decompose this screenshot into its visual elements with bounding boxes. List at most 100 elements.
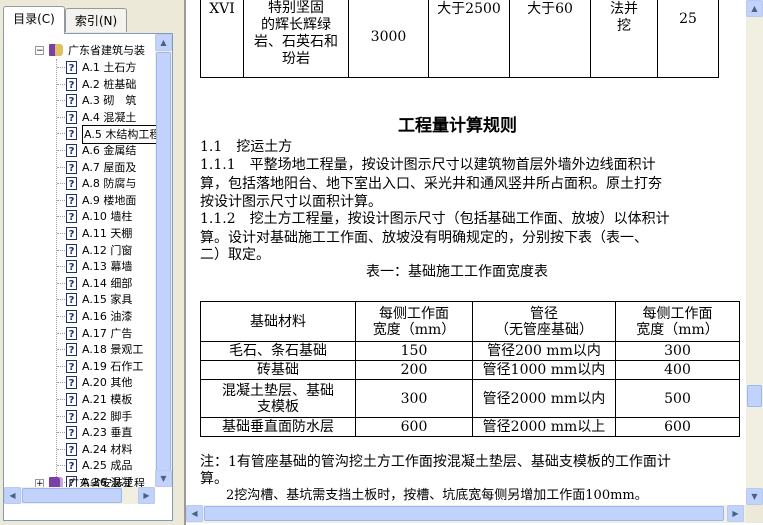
help-page-icon: ? — [66, 360, 77, 373]
tree-item-name: 楼地面 — [103, 194, 137, 207]
help-page-icon: ? — [66, 426, 77, 439]
method-line: 法并 — [610, 1, 638, 17]
scroll-right-arrow-icon[interactable]: ▶ — [138, 487, 155, 504]
help-page-icon: ? — [66, 61, 77, 74]
tree-guide-line — [57, 133, 65, 134]
rock-line: 的辉长辉绿 — [261, 17, 331, 33]
tree-vertical-scrollbar[interactable]: ▲ ▼ — [155, 34, 172, 487]
tree-item[interactable]: A.23 垂直 — [82, 424, 132, 441]
tree-item-name: 墙柱 — [110, 210, 133, 223]
help-page-icon: ? — [66, 459, 77, 472]
tree-item-name: 油漆 — [110, 310, 133, 323]
tab-index[interactable]: 索引(N) — [65, 8, 127, 32]
table-header-row: 基础材料 每侧工作面 宽度（mm） 管径 （无管座基础） 每侧工作面 宽度（mm） — [200, 301, 740, 342]
scroll-right-arrow-icon[interactable]: ▶ — [727, 505, 744, 522]
tree-horizontal-scrollbar[interactable]: ◀ ▶ — [4, 487, 155, 504]
work-surface-width-table: 基础材料 每侧工作面 宽度（mm） 管径 （无管座基础） 每侧工作面 宽度（mm） 毛… — [200, 301, 740, 437]
rock-line: 玢岩 — [282, 51, 310, 67]
table-cell: 600 — [355, 417, 473, 437]
content-hscroll-thumb[interactable] — [204, 506, 724, 521]
tree-item[interactable]: A.24 材料 — [82, 441, 132, 458]
tree-item-code: A.15 — [82, 293, 107, 306]
tree-item-code: A.6 — [82, 144, 100, 157]
scroll-up-arrow-icon[interactable]: ▲ — [155, 34, 172, 51]
tree-item[interactable]: A.20 其他 — [82, 374, 132, 391]
tree-guide-line — [57, 349, 65, 350]
tree-item[interactable]: A.3 砌 筑 — [82, 92, 136, 109]
scroll-left-arrow-icon[interactable]: ◀ — [186, 505, 203, 522]
tree-item-code: A.16 — [82, 310, 107, 323]
tree-item-code: A.10 — [82, 210, 107, 223]
table-cell: 300 — [355, 379, 473, 418]
tree-item[interactable]: A.21 模板 — [82, 391, 132, 408]
table-cell: 400 — [615, 360, 740, 380]
tree-hscroll-thumb[interactable] — [22, 488, 122, 503]
tree-item[interactable]: A.1 土石方 — [82, 59, 136, 76]
tree-item[interactable]: A.11 天棚 — [82, 225, 132, 242]
tree-item[interactable]: A.6 金属结 — [82, 142, 136, 159]
scroll-left-arrow-icon[interactable]: ◀ — [4, 487, 21, 504]
tree-item[interactable]: A.14 细部 — [82, 275, 132, 292]
help-page-icon: ? — [66, 393, 77, 406]
tree-item-code: A.25 — [82, 459, 107, 472]
scroll-up-arrow-icon[interactable]: ▲ — [746, 0, 763, 17]
paragraph-line: 1.1.2 挖土方工程量，按设计图示尺寸（包括基础工作面、放坡）以体积计 — [200, 211, 670, 227]
tree-item-name: 家具 — [110, 293, 133, 306]
tree-item[interactable]: A.25 成品 — [82, 457, 132, 474]
tree-item[interactable]: A.17 广告 — [82, 325, 132, 342]
content-horizontal-scrollbar[interactable]: ◀ ▶ — [186, 505, 746, 523]
tree-item-name: 混凝土 — [103, 111, 137, 124]
tree-guide-line — [57, 465, 65, 466]
tree-item[interactable]: A.22 脚手 — [82, 408, 132, 425]
tree-item[interactable]: A.19 石作工 — [82, 358, 143, 375]
tree-item[interactable]: A.13 幕墙 — [82, 258, 132, 275]
tree-guide-line — [57, 266, 65, 267]
help-page-icon: ? — [66, 443, 77, 456]
col-header: 基础材料 — [200, 301, 356, 342]
tree-vscroll-thumb[interactable] — [156, 52, 171, 472]
tree-item[interactable]: A.10 墙柱 — [82, 208, 132, 225]
scroll-down-arrow-icon[interactable]: ▼ — [746, 488, 763, 505]
tree-item-code: A.12 — [82, 244, 107, 257]
tree-item-code: A.5 — [84, 128, 102, 141]
collapse-toggle-icon[interactable]: − — [35, 46, 44, 56]
help-page-icon: ? — [66, 310, 77, 323]
tree-item-name: 木结构工程 — [105, 128, 156, 141]
help-page-icon: ? — [66, 177, 77, 190]
paragraph-line: 二）取定。 — [200, 247, 270, 263]
tree-item-code: A.14 — [82, 277, 107, 290]
help-page-icon: ? — [66, 327, 77, 340]
tree-item[interactable]: A.12 门窗 — [82, 242, 132, 259]
table-row: 混凝土垫层、基础 支模板 300 管径2000 mm以内 500 — [200, 379, 740, 418]
tree-item-code: A.22 — [82, 410, 107, 423]
tree-item[interactable]: A.7 屋面及 — [82, 159, 136, 176]
help-page-icon: ? — [66, 94, 77, 107]
tree-item[interactable]: A.5 木结构工程 — [82, 125, 156, 144]
top-table-cell-method: 法并 挖 — [590, 0, 658, 78]
tree-item[interactable]: A.9 楼地面 — [82, 192, 136, 209]
tree-item-name: 门窗 — [110, 244, 133, 257]
tree-guide-line — [57, 283, 65, 284]
scroll-down-arrow-icon[interactable]: ▼ — [155, 470, 172, 487]
help-page-icon: ? — [66, 260, 77, 273]
tree-item[interactable]: A.18 景观工 — [82, 341, 143, 358]
top-table-cell-strength: 大于2500 — [428, 0, 510, 78]
tree-item-name: 垂直 — [110, 426, 133, 439]
tree-item-code: A.18 — [82, 343, 107, 356]
content-vscroll-thumb[interactable] — [747, 385, 762, 407]
note-line: 注：1有管座基础的管沟挖土方工作面按混凝土垫层、基础支模板的工作面计 — [200, 454, 671, 470]
content-vertical-scrollbar[interactable]: ▲ ▼ — [746, 0, 763, 505]
tree-item[interactable]: A.15 家具 — [82, 291, 132, 308]
rock-line: 岩、石英石和 — [254, 34, 338, 50]
tree-item-name: 砌 筑 — [103, 94, 137, 107]
tree-item[interactable]: A.2 桩基础 — [82, 76, 136, 93]
tree-guide-line — [57, 250, 65, 251]
tree-item[interactable]: A.8 防腐与 — [82, 175, 136, 192]
tree-item[interactable]: A.4 混凝土 — [82, 109, 136, 126]
tab-contents[interactable]: 目录(C) — [3, 6, 65, 34]
tree-item[interactable]: A.16 油漆 — [82, 308, 132, 325]
help-page-icon: ? — [66, 127, 77, 140]
table-cell: 150 — [355, 341, 473, 361]
help-viewer-window: 目录(C) 索引(N) − 广东省建筑与装? A.1 土石方? A.2 桩基础? A.3… — [0, 0, 763, 525]
tree-guide-line — [57, 432, 65, 433]
